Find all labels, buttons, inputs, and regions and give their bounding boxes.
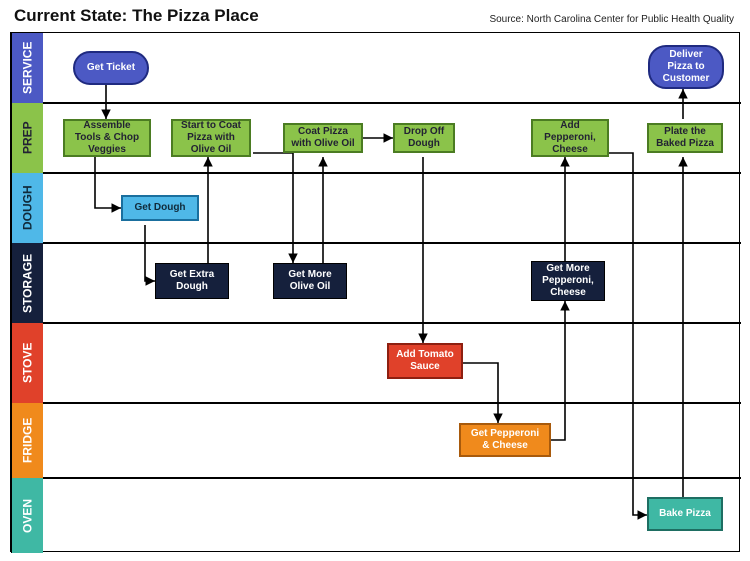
lane-label-dough: DOUGH: [11, 173, 43, 243]
node-start-coat: Start to Coat Pizza with Olive Oil: [171, 119, 251, 157]
swimlane-chart: SERVICE PREP DOUGH STORAGE STOVE FRIDGE …: [10, 32, 740, 552]
node-bake-pizza: Bake Pizza: [647, 497, 723, 531]
lane-storage: STORAGE: [11, 243, 741, 323]
node-get-ticket: Get Ticket: [73, 51, 149, 85]
node-add-pep-cheese: Add Pepperoni, Cheese: [531, 119, 609, 157]
lane-label-oven: OVEN: [11, 478, 43, 553]
lane-label-storage: STORAGE: [11, 243, 43, 323]
lane-label-stove: STOVE: [11, 323, 43, 403]
diagram-root: Current State: The Pizza Place Source: N…: [0, 0, 750, 561]
lane-oven: OVEN: [11, 478, 741, 553]
source-credit: Source: North Carolina Center for Public…: [489, 14, 734, 25]
node-deliver: Deliver Pizza to Customer: [648, 45, 724, 89]
node-plate-pizza: Plate the Baked Pizza: [647, 123, 723, 153]
node-assemble: Assemble Tools & Chop Veggies: [63, 119, 151, 157]
lane-fridge: FRIDGE: [11, 403, 741, 478]
node-coat-oil: Coat Pizza with Olive Oil: [283, 123, 363, 153]
lane-stove: STOVE: [11, 323, 741, 403]
node-get-pep-cheese: Get Pepperoni & Cheese: [459, 423, 551, 457]
lane-label-service: SERVICE: [11, 33, 43, 103]
node-more-pep-cheese: Get More Pepperoni, Cheese: [531, 261, 605, 301]
node-more-oil: Get More Olive Oil: [273, 263, 347, 299]
lane-label-prep: PREP: [11, 103, 43, 173]
node-drop-dough: Drop Off Dough: [393, 123, 455, 153]
node-extra-dough: Get Extra Dough: [155, 263, 229, 299]
node-tomato-sauce: Add Tomato Sauce: [387, 343, 463, 379]
lane-label-fridge: FRIDGE: [11, 403, 43, 478]
node-get-dough: Get Dough: [121, 195, 199, 221]
page-title: Current State: The Pizza Place: [14, 6, 259, 26]
